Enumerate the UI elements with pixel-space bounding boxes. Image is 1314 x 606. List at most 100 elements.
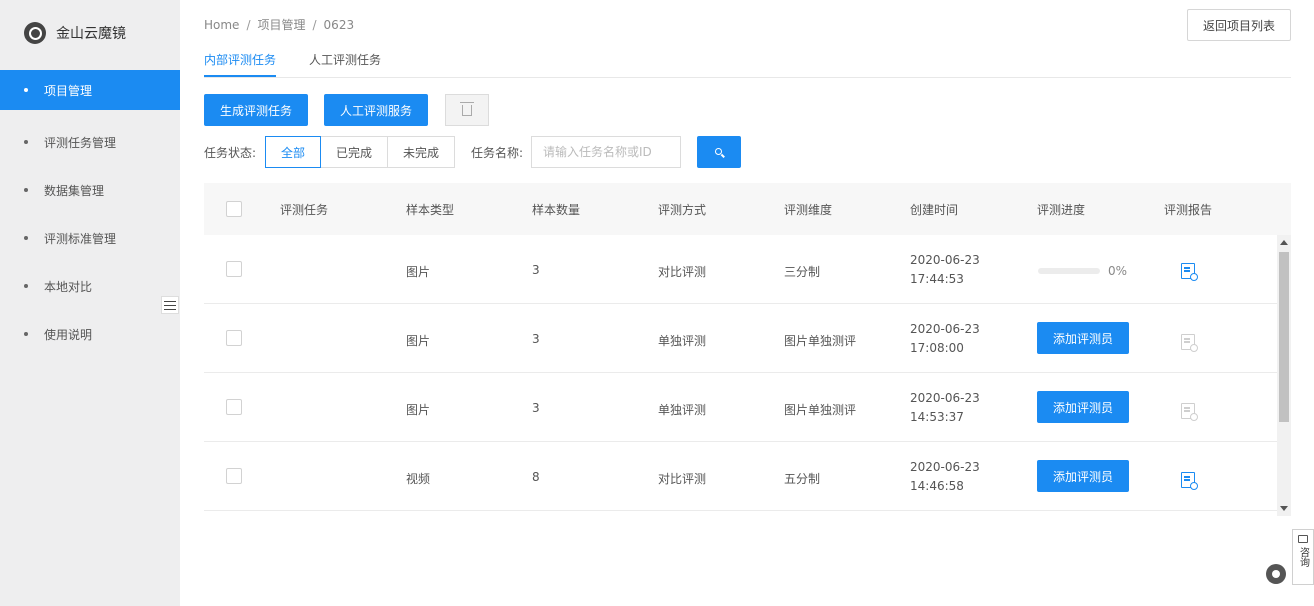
chat-icon	[1298, 535, 1308, 543]
sidebar-item-label: 项目管理	[44, 83, 93, 98]
browser-icon[interactable]	[1266, 564, 1286, 584]
row-checkbox[interactable]	[226, 330, 242, 346]
table-row: 图片 3 单独评测 图片单独测评 2020-06-23 17:08:00 添加评测…	[204, 304, 1277, 373]
status-option-incomplete[interactable]: 未完成	[387, 136, 455, 168]
table-scrollbar[interactable]	[1277, 235, 1291, 516]
table-row: 图片 3 单独评测 图片单独测评 2020-06-23 14:53:37 添加评测…	[204, 373, 1277, 442]
sidebar-item-label: 评测任务管理	[44, 135, 117, 150]
dimension-cell: 五分制	[784, 472, 821, 486]
logo-icon	[24, 22, 46, 44]
sample-count-cell: 3	[532, 401, 540, 415]
created-time-cell: 2020-06-23 14:53:37	[910, 391, 980, 424]
method-cell: 单独评测	[658, 334, 707, 348]
sample-type-cell: 图片	[406, 403, 431, 417]
bullet-icon	[24, 188, 28, 192]
sample-type-cell: 视频	[406, 472, 431, 486]
breadcrumb: Home / 项目管理/0623	[204, 18, 355, 32]
tab-bar: 内部评测任务 人工评测任务	[204, 46, 1291, 78]
sidebar-item-instructions[interactable]: 使用说明	[0, 310, 180, 358]
select-all-checkbox[interactable]	[226, 201, 242, 217]
column-header: 评测维度	[784, 203, 833, 217]
column-header: 创建时间	[910, 203, 959, 217]
bullet-icon	[24, 332, 28, 336]
sample-count-cell: 8	[532, 470, 540, 484]
breadcrumb-home[interactable]: Home	[204, 18, 239, 32]
generate-task-button[interactable]: 生成评测任务	[204, 94, 308, 126]
table-row: 视频 8 对比评测 五分制 2020-06-23 14:46:58 添加评测员	[204, 442, 1277, 511]
tab-internal-tasks[interactable]: 内部评测任务	[204, 51, 276, 68]
sidebar-item-dataset-management[interactable]: 数据集管理	[0, 166, 180, 214]
sample-count-cell: 3	[532, 332, 540, 346]
report-icon	[1181, 403, 1198, 421]
sidebar-item-project-management[interactable]: 项目管理	[0, 70, 180, 110]
report-icon[interactable]	[1181, 263, 1198, 281]
status-option-all[interactable]: 全部	[265, 136, 321, 168]
consult-label: 咨询	[1297, 547, 1309, 567]
column-header: 评测进度	[1037, 203, 1086, 217]
progress-text: 0%	[1108, 264, 1128, 278]
sidebar-item-local-compare[interactable]: 本地对比	[0, 262, 180, 310]
sidebar-nav: 项目管理 评测任务管理 数据集管理 评测标准管理 本地对比 使用说明	[0, 70, 180, 358]
table-row: 图片 3 对比评测 三分制 2020-06-23 17:44:53 0%	[204, 235, 1277, 304]
created-time-cell: 2020-06-23 17:08:00	[910, 322, 980, 355]
collapse-sidebar-icon[interactable]	[161, 296, 179, 314]
scroll-up-icon[interactable]	[1280, 240, 1288, 245]
sidebar: 金山云魔镜 项目管理 评测任务管理 数据集管理 评测标准管理 本地对比 使用说明	[0, 0, 180, 606]
status-option-completed[interactable]: 已完成	[320, 136, 388, 168]
status-filter: 全部 已完成 未完成	[265, 136, 455, 168]
column-header: 样本数量	[532, 203, 581, 217]
dimension-cell: 图片单独测评	[784, 334, 857, 348]
task-name-label: 任务名称:	[471, 146, 524, 160]
delete-button[interactable]	[445, 94, 489, 126]
sample-count-cell: 3	[532, 263, 540, 277]
bullet-icon	[24, 284, 28, 288]
scroll-down-icon[interactable]	[1280, 506, 1288, 511]
logo[interactable]: 金山云魔镜	[24, 22, 126, 44]
column-header: 评测方式	[658, 203, 707, 217]
search-button[interactable]	[697, 136, 741, 168]
created-time-cell: 2020-06-23 14:46:58	[910, 460, 980, 493]
add-reviewer-button[interactable]: 添加评测员	[1037, 322, 1129, 354]
dimension-cell: 三分制	[784, 265, 821, 279]
sample-type-cell: 图片	[406, 334, 431, 348]
add-reviewer-button[interactable]: 添加评测员	[1037, 391, 1129, 423]
sidebar-item-label: 本地对比	[44, 279, 93, 294]
active-tab-indicator	[204, 75, 276, 77]
row-checkbox[interactable]	[226, 261, 242, 277]
method-cell: 对比评测	[658, 472, 707, 486]
search-icon	[714, 147, 722, 155]
back-to-project-list-button[interactable]: 返回项目列表	[1187, 9, 1291, 41]
report-icon	[1181, 334, 1198, 352]
breadcrumb-current: 0623	[323, 18, 355, 32]
row-checkbox[interactable]	[226, 468, 242, 484]
column-header: 评测报告	[1164, 203, 1213, 217]
add-reviewer-button[interactable]: 添加评测员	[1037, 460, 1129, 492]
method-cell: 单独评测	[658, 403, 707, 417]
bullet-icon	[24, 236, 28, 240]
sample-type-cell: 图片	[406, 265, 431, 279]
bullet-icon	[24, 88, 28, 92]
manual-service-button[interactable]: 人工评测服务	[324, 94, 428, 126]
method-cell: 对比评测	[658, 265, 707, 279]
sidebar-item-label: 数据集管理	[44, 183, 105, 198]
column-header: 评测任务	[280, 203, 329, 217]
tab-manual-tasks[interactable]: 人工评测任务	[309, 51, 381, 68]
status-filter-label: 任务状态:	[204, 146, 257, 160]
scroll-thumb[interactable]	[1279, 252, 1289, 422]
app-name: 金山云魔镜	[56, 26, 126, 42]
progress-bar	[1038, 268, 1100, 274]
dimension-cell: 图片单独测评	[784, 403, 857, 417]
breadcrumb-project-management[interactable]: 项目管理	[257, 18, 305, 32]
sidebar-item-task-management[interactable]: 评测任务管理	[0, 118, 180, 166]
sidebar-item-standard-management[interactable]: 评测标准管理	[0, 214, 180, 262]
task-name-search-input[interactable]	[531, 136, 681, 168]
row-checkbox[interactable]	[226, 399, 242, 415]
created-time-cell: 2020-06-23 17:44:53	[910, 253, 980, 286]
consult-button[interactable]: 咨询	[1292, 529, 1314, 585]
table-header: 评测任务 样本类型 样本数量 评测方式 评测维度 创建时间 评测进度 评测报告	[204, 183, 1291, 235]
trash-icon	[460, 101, 474, 116]
sidebar-item-label: 评测标准管理	[44, 231, 117, 246]
report-icon[interactable]	[1181, 472, 1198, 490]
bullet-icon	[24, 140, 28, 144]
column-header: 样本类型	[406, 203, 455, 217]
